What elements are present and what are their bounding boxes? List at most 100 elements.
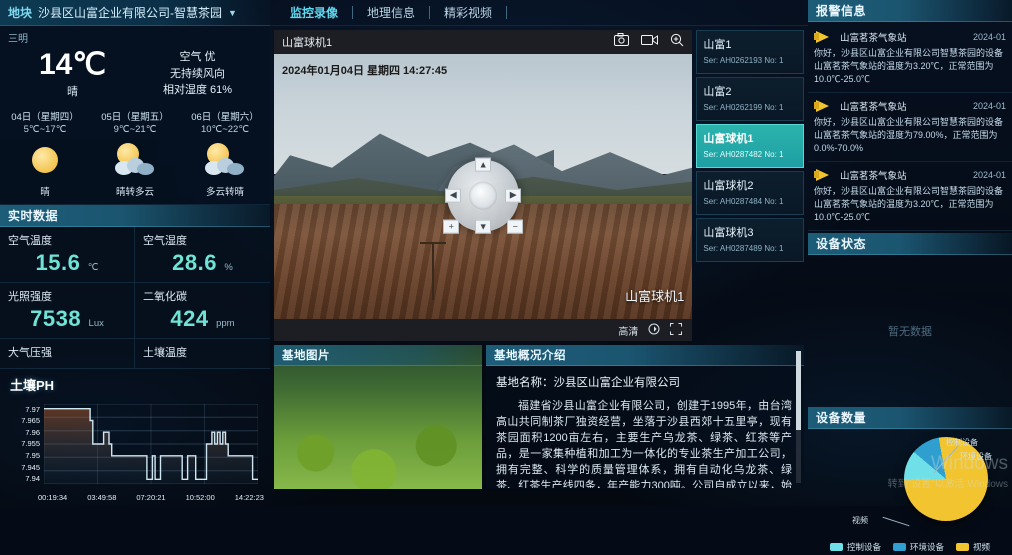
ptz-hub[interactable] <box>469 181 498 210</box>
forecast-range: 10℃~22℃ <box>200 123 250 135</box>
metric-label: 土壤温度 <box>143 346 187 359</box>
weather-current: 14℃ 晴 空气 优 无持续风向 相对湿度 61% <box>0 45 270 105</box>
ptz-zoom-out-button[interactable]: − <box>507 219 524 234</box>
alarm-message: 你好，沙县区山富企业有限公司智慧茶园的设备山富茗茶气象站的温度为3.20℃，正常… <box>814 48 1004 85</box>
alarm-list: 山富茗茶气象站 2024-01 你好，沙县区山富企业有限公司智慧茶园的设备山富茗… <box>808 22 1012 233</box>
ptz-zoom-in-button[interactable]: + <box>443 219 460 234</box>
record-icon[interactable] <box>641 33 659 51</box>
video-stage[interactable]: 2024年01月04日 星期四 14:27:45 山富球机1 ▲ ▼ ◀ ▶ +… <box>274 54 693 319</box>
chart-x-axis-labels: 00:19:34 03:49:58 07:20:21 10:52:00 14:22:23 <box>38 492 264 502</box>
pie-legend: 控制设备 环境设备 视频 <box>808 541 1012 553</box>
location-value: 沙县区山富企业有限公司-智慧茶园 <box>38 6 223 20</box>
ptz-control[interactable]: ▲ ▼ ◀ ▶ + − <box>443 157 524 234</box>
pie-chart <box>904 437 988 522</box>
tab-bar: 监控录像 地理信息 精彩视频 <box>270 0 808 26</box>
device-status-empty: 暂无数据 <box>888 326 932 339</box>
legend-swatch <box>892 543 906 552</box>
ptz-right-button[interactable]: ▶ <box>505 188 522 203</box>
camera-item-selected[interactable]: 山富球机1 Ser: AH0287482 No: 1 <box>696 124 804 168</box>
alarm-message: 你好，沙县区山富企业有限公司智慧茶园的设备山富茗茶气象站的温度为3.20℃，正常… <box>814 186 1004 223</box>
metric-unit: ℃ <box>87 261 99 273</box>
alarm-message: 你好，沙县区山富企业有限公司智慧茶园的设备山富茗茶气象站的湿度为79.00%，正… <box>814 117 1004 154</box>
metric-unit: % <box>224 261 233 273</box>
video-player[interactable]: 山富球机1 2024年01月04日 星期四 14:27:45 山富球机1 ▲ ▼… <box>274 30 693 341</box>
camera-list: 山富1 Ser: AH0262193 No: 1 山富2 Ser: AH0262… <box>696 30 804 341</box>
legend-label: 视频 <box>973 542 991 553</box>
camera-item[interactable]: 山富球机3 Ser: AH0287489 No: 1 <box>696 218 804 262</box>
scrollbar[interactable] <box>796 351 801 483</box>
realtime-cell: 二氧化碳 424 ppm <box>135 282 270 339</box>
snapshot-icon[interactable] <box>614 33 630 51</box>
legend-swatch <box>829 543 843 552</box>
base-image-panel: 基地图片 <box>274 345 482 489</box>
base-info-title: 基地概况介绍 <box>486 345 804 366</box>
metric-label: 空气温度 <box>8 234 52 247</box>
refresh-icon[interactable] <box>648 323 660 338</box>
video-area: 山富球机1 2024年01月04日 星期四 14:27:45 山富球机1 ▲ ▼… <box>270 26 808 341</box>
camera-serial: Ser: AH0287482 No: 1 <box>703 150 784 159</box>
metric-label: 二氧化碳 <box>143 290 187 303</box>
weather-forecast: 04日（星期四） 5℃~17℃ 晴 05日（星期五） 9℃~21℃ 晴转多云 0… <box>0 105 270 204</box>
dashboard-root: 地块 沙县区山富企业有限公司-智慧茶园 ▼ 三明 14℃ 晴 空气 优 无持续风… <box>0 0 1012 552</box>
camera-item[interactable]: 山富2 Ser: AH0262199 No: 1 <box>696 77 804 121</box>
metric-value: 15.6 <box>35 249 81 275</box>
location-selector[interactable]: 地块 沙县区山富企业有限公司-智慧茶园 ▼ <box>0 0 270 26</box>
video-quality-label[interactable]: 高清 <box>618 323 638 338</box>
right-column: 报警信息 山富茗茶气象站 2024-01 你好，沙县区山富企业有限公司智慧茶园的… <box>808 0 1012 552</box>
tab-surveillance[interactable]: 监控录像 <box>276 4 352 21</box>
camera-name: 山富球机3 <box>703 227 754 239</box>
fullscreen-icon[interactable] <box>670 322 683 338</box>
sun-cloud-icon <box>90 138 180 182</box>
forecast-date: 04日（星期四） <box>11 111 79 123</box>
alarm-item[interactable]: 山富茗茶气象站 2024-01 你好，沙县区山富企业有限公司智慧茶园的设备山富茗… <box>808 162 1012 232</box>
alarm-item[interactable]: 山富茗茶气象站 2024-01 你好，沙县区山富企业有限公司智慧茶园的设备山富茗… <box>808 24 1012 94</box>
legend-item[interactable]: 视频 <box>956 541 990 553</box>
alarm-source: 山富茗茶气象站 <box>840 32 907 44</box>
chart-y-axis-labels: 7.97 7.965 7.96 7.955 7.95 7.945 7.94 <box>21 404 40 484</box>
tab-geo-info[interactable]: 地理信息 <box>353 4 429 21</box>
realtime-data-grid: 空气温度 15.6 ℃ 空气湿度 28.6 % 光照强度 7538 Lux 二氧… <box>0 226 270 369</box>
camera-item[interactable]: 山富1 Ser: AH0262193 No: 1 <box>696 30 804 74</box>
metric-label: 空气湿度 <box>143 234 187 247</box>
alarm-item[interactable]: 山富茗茶气象站 2024-01 你好，沙县区山富企业有限公司智慧茶园的设备山富茗… <box>808 93 1012 163</box>
chart-plot-area <box>44 403 258 484</box>
alarm-source: 山富茗茶气象站 <box>840 170 907 182</box>
legend-item[interactable]: 控制设备 <box>829 541 881 553</box>
legend-swatch <box>956 543 969 552</box>
video-timestamp: 2024年01月04日 星期四 14:27:45 <box>282 65 448 77</box>
weather-panel: 三明 14℃ 晴 空气 优 无持续风向 相对湿度 61% 04日（星期四） 5℃… <box>0 26 270 205</box>
weather-wind: 无持续风向 <box>170 67 225 80</box>
camera-name: 山富球机2 <box>703 180 754 192</box>
forecast-range: 5℃~17℃ <box>23 123 67 135</box>
pie-label-env: 环境设备 <box>960 452 992 462</box>
alarm-date: 2024-01 <box>972 31 1006 42</box>
pie-label-control: 控制设备 <box>946 438 978 448</box>
realtime-cell: 大气压强 <box>0 338 135 369</box>
forecast-date: 06日（星期六） <box>191 111 259 123</box>
chevron-down-icon[interactable]: ▼ <box>228 8 237 18</box>
legend-item[interactable]: 环境设备 <box>892 541 944 553</box>
camera-serial: Ser: AH0262199 No: 1 <box>703 103 784 112</box>
camera-serial: Ser: AH0262193 No: 1 <box>703 56 784 65</box>
zoom-in-icon[interactable] <box>670 33 684 52</box>
ptz-left-button[interactable]: ◀ <box>445 188 462 203</box>
metric-unit: Lux <box>88 317 104 329</box>
base-name: 基地名称：沙县区山富企业有限公司 <box>496 377 680 389</box>
tab-featured-video[interactable]: 精彩视频 <box>430 4 506 21</box>
weather-condition: 晴 <box>67 85 78 98</box>
pie-leader-line <box>882 517 910 527</box>
realtime-cell: 空气湿度 28.6 % <box>135 226 270 283</box>
weather-temperature: 14℃ <box>38 48 107 81</box>
forecast-day: 06日（星期六） 10℃~22℃ 多云转晴 <box>180 109 270 198</box>
camera-name: 山富2 <box>703 86 732 98</box>
forecast-text: 晴 <box>40 186 50 198</box>
soil-ph-title: 土壤PH <box>10 377 55 393</box>
camera-item[interactable]: 山富球机2 Ser: AH0287484 No: 1 <box>696 171 804 215</box>
alarm-source: 山富茗茶气象站 <box>840 101 907 113</box>
ptz-up-button[interactable]: ▲ <box>475 157 492 172</box>
location-label: 地块 <box>8 6 33 20</box>
ptz-down-button[interactable]: ▼ <box>475 219 492 234</box>
realtime-panel-title: 实时数据 <box>0 204 270 227</box>
alarm-date: 2024-01 <box>972 100 1006 111</box>
scrollbar-thumb[interactable] <box>796 351 801 431</box>
